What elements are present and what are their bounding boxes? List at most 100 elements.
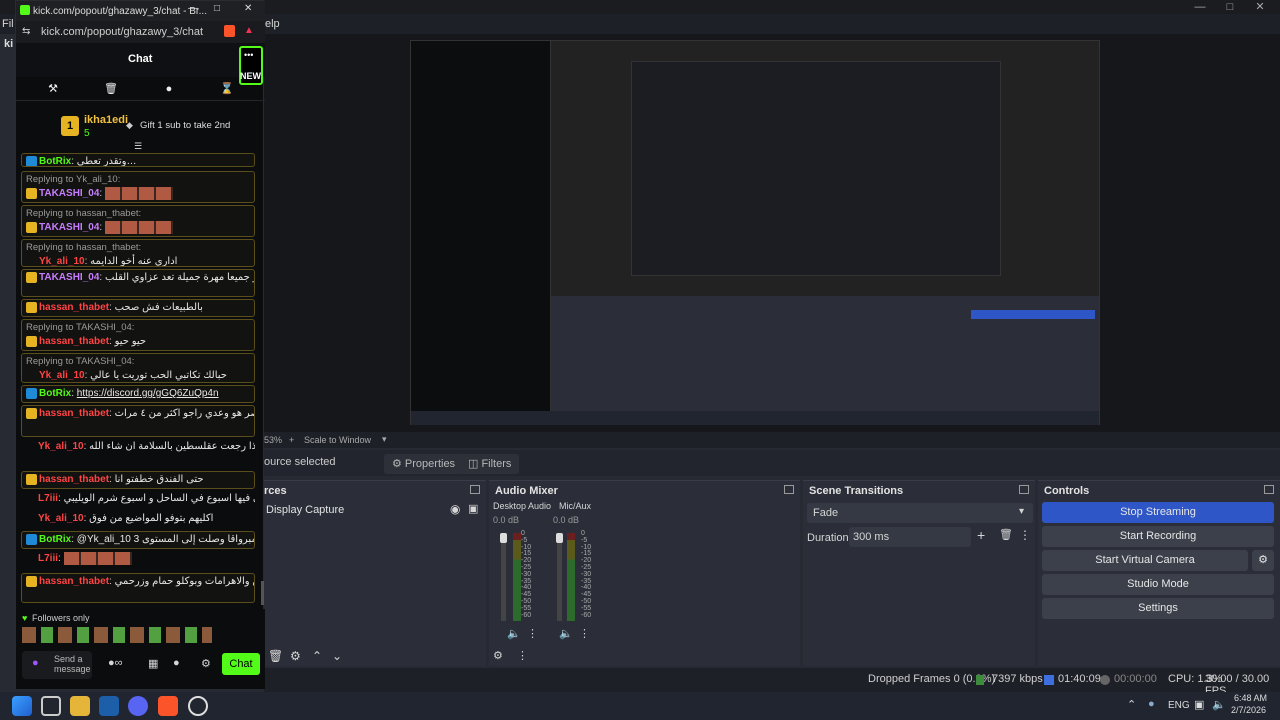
username[interactable]: TAKASHI_04 xyxy=(39,188,99,199)
chat-bubble-icon[interactable]: ● xyxy=(162,82,176,96)
trash-icon[interactable]: 🗑 xyxy=(999,528,1013,541)
gear-icon[interactable]: ⚙ xyxy=(201,657,211,670)
volume-slider[interactable] xyxy=(500,533,507,621)
stop-streaming-button[interactable]: Stop Streaming xyxy=(1042,502,1274,523)
chat-message[interactable]: hassan_thabet: يزم عيسي شو الي بجو بمصر … xyxy=(21,405,255,437)
scrollbar[interactable] xyxy=(261,581,264,605)
chat-message[interactable]: L7iii: xyxy=(21,551,255,569)
maximize-button[interactable]: □ xyxy=(1215,0,1245,14)
hammer-icon[interactable]: ⚒ xyxy=(46,82,60,96)
reply-context[interactable]: Replying to Yk_ali_10: xyxy=(26,173,250,187)
start-virtual-camera-button[interactable]: Start Virtual Camera xyxy=(1042,550,1248,571)
speaker-icon[interactable]: 🔈 xyxy=(559,627,573,640)
chat-message[interactable]: Yk_ali_10: اكليهم بتوفو المواضيع من فوق xyxy=(21,511,255,529)
chat-message[interactable]: Yk_ali_10: طيب عزاوي سؤال إذا رجعت عقلسط… xyxy=(21,439,255,469)
chat-message[interactable]: Replying to hassan_thabet: TAKASHI_04: xyxy=(21,205,255,237)
menu-icon[interactable]: ⋮ xyxy=(1019,528,1031,542)
slider-handle[interactable] xyxy=(556,533,563,543)
float-icon[interactable] xyxy=(470,485,480,494)
discord-icon[interactable] xyxy=(128,696,148,716)
properties-button[interactable]: ⚙ Properties xyxy=(384,454,464,474)
steam-icon[interactable] xyxy=(99,696,119,716)
address-bar[interactable]: ⇆ kick.com/popout/ghazawy_3/chat ▲ xyxy=(16,21,265,43)
clock-time[interactable]: 6:48 AM xyxy=(1234,693,1267,703)
username[interactable]: BotRix xyxy=(39,156,71,166)
minimize-icon[interactable]: — xyxy=(188,3,198,14)
language-indicator[interactable]: ENG xyxy=(1168,700,1190,711)
maximize-icon[interactable]: □ xyxy=(214,3,220,14)
mic-icon[interactable]: ● xyxy=(1148,698,1155,710)
emote-icon[interactable]: ●∞ xyxy=(108,657,123,669)
windows-start-icon[interactable] xyxy=(12,696,32,716)
chat-message[interactable]: hassan_thabet: حتى الفندق خطفتو انا xyxy=(21,471,255,489)
float-icon[interactable] xyxy=(1264,485,1274,494)
transition-select[interactable]: Fade ▾ xyxy=(807,503,1033,523)
close-button[interactable]: ✕ xyxy=(1245,0,1275,14)
float-icon[interactable] xyxy=(784,485,794,494)
store-icon[interactable]: ▦ xyxy=(148,657,158,670)
username[interactable]: hassan_thabet xyxy=(39,474,109,485)
gear-icon[interactable]: ⚙ xyxy=(1252,550,1274,571)
plus-icon[interactable]: + xyxy=(977,527,985,543)
chat-message[interactable]: Replying to Yk_ali_10: TAKASHI_04: xyxy=(21,171,255,203)
menu-icon[interactable]: ⋮ xyxy=(517,649,528,662)
username[interactable]: TAKASHI_04 xyxy=(39,272,99,283)
obs-icon[interactable] xyxy=(188,696,208,716)
gift-cta[interactable]: Gift 1 sub to take 2nd xyxy=(140,120,230,131)
reply-context[interactable]: Replying to TAKASHI_04: xyxy=(26,355,250,369)
duration-field[interactable]: 300 ms xyxy=(849,527,971,547)
plus-icon[interactable]: + xyxy=(289,435,294,445)
gifter-name[interactable]: ikha1edi xyxy=(84,114,128,126)
studio-mode-button[interactable]: Studio Mode xyxy=(1042,574,1274,595)
username[interactable]: L7iii xyxy=(38,493,58,504)
chat-message[interactable]: Replying to TAKASHI_04: hassan_thabet: حي… xyxy=(21,319,255,351)
brave-icon[interactable] xyxy=(158,696,178,716)
volume-icon[interactable]: 🔈 xyxy=(1212,698,1226,711)
menu-icon[interactable]: ⋮ xyxy=(579,627,590,640)
url-text[interactable]: kick.com/popout/ghazawy_3/chat xyxy=(41,26,203,38)
brave-shield-icon[interactable] xyxy=(224,25,235,37)
username[interactable]: hassan_thabet xyxy=(39,336,109,347)
reply-context[interactable]: Replying to hassan_thabet: xyxy=(26,241,250,255)
chevron-up-icon[interactable]: ⌃ xyxy=(1127,698,1136,711)
username[interactable]: BotRix xyxy=(39,388,71,399)
expand-icon[interactable]: ☰ xyxy=(134,141,142,152)
source-item[interactable]: Display Capture ◉ ▣ xyxy=(264,501,486,519)
site-info-icon[interactable]: ⇆ xyxy=(22,26,30,37)
message-input[interactable]: ● Send a message xyxy=(22,651,92,679)
settings-button[interactable]: Settings xyxy=(1042,598,1274,619)
chat-message[interactable]: BotRix: https://discord.gg/gGQ6ZuQp4n xyxy=(21,385,255,403)
username[interactable]: TAKASHI_04 xyxy=(39,222,99,233)
chat-message[interactable]: L7iii: انقليبي فيها اسبوع في الساحل و اس… xyxy=(21,491,255,509)
mic-icon[interactable]: ● xyxy=(32,657,39,669)
volume-slider[interactable] xyxy=(556,533,563,621)
menu-file[interactable]: Fil xyxy=(2,18,14,30)
username[interactable]: hassan_thabet xyxy=(39,302,109,313)
trash-icon[interactable]: 🗑 xyxy=(268,649,283,663)
clock-date[interactable]: 2/7/2026 xyxy=(1231,705,1266,715)
username[interactable]: Yk_ali_10 xyxy=(38,513,84,524)
username[interactable]: Yk_ali_10 xyxy=(39,256,85,266)
hourglass-icon[interactable]: ⌛ xyxy=(220,82,234,96)
trash-icon[interactable]: 🗑 xyxy=(104,82,118,96)
file-explorer-icon[interactable] xyxy=(70,696,90,716)
start-recording-button[interactable]: Start Recording xyxy=(1042,526,1274,547)
chat-message[interactable]: TAKASHI_04: تصحيحون عنيير جميعا مهرة جمي… xyxy=(21,269,255,297)
menu-help[interactable]: elp xyxy=(265,18,280,30)
chat-message[interactable]: Replying to TAKASHI_04: Yk_ali_10: حبالك … xyxy=(21,353,255,383)
eye-icon[interactable]: ◉ xyxy=(450,502,460,516)
gear-icon[interactable]: ⚙ xyxy=(493,649,503,662)
network-icon[interactable]: ▣ xyxy=(1194,698,1204,711)
gear-icon[interactable]: ⚙ xyxy=(290,649,301,663)
arrow-up-icon[interactable]: ⌃ xyxy=(312,649,322,663)
send-chat-button[interactable]: Chat xyxy=(222,653,260,675)
task-view-icon[interactable] xyxy=(41,696,61,716)
minimize-button[interactable]: — xyxy=(1185,0,1215,14)
username[interactable]: hassan_thabet xyxy=(39,408,109,419)
rewards-icon[interactable]: ▲ xyxy=(244,25,254,36)
lock-icon[interactable]: ▣ xyxy=(468,502,478,515)
username[interactable]: BotRix xyxy=(39,534,71,545)
emote-bar[interactable] xyxy=(22,627,212,643)
reply-context[interactable]: Replying to hassan_thabet: xyxy=(26,207,250,221)
chat-message[interactable]: BotRix: @Yk_ali_10 3 إمبرواقا وصلت إلى ا… xyxy=(21,531,255,549)
